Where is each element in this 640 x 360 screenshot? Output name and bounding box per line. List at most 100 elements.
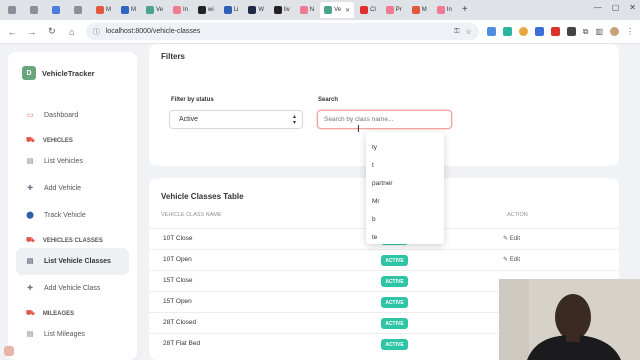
status-badge: ACTIVE [381, 255, 408, 266]
list-icon: ▤ [26, 330, 34, 338]
search-suggestion-option[interactable]: te [366, 228, 444, 246]
new-tab-button[interactable]: + [458, 3, 472, 17]
address-bar[interactable]: ⓘ localhost:8000/vehicle-classes ⚿ ☆ [85, 23, 479, 40]
url-text: localhost:8000/vehicle-classes [105, 28, 201, 35]
tab-favicon-icon [436, 6, 445, 14]
password-key-icon[interactable]: ⚿ [454, 28, 459, 36]
brand[interactable]: D VehicleTracker [22, 66, 129, 80]
browser-tab[interactable]: M [117, 2, 140, 18]
car-icon: ⛟ [26, 310, 35, 317]
sidebar-item-label: List Vehicle Classes [44, 258, 111, 265]
browser-tab[interactable]: W [244, 2, 268, 18]
profile-avatar-icon[interactable] [610, 27, 619, 36]
tab-favicon-icon [385, 6, 394, 14]
home-icon[interactable]: ⌂ [66, 27, 78, 37]
monitor-icon: ▭ [26, 111, 34, 119]
tab-label: Ve [334, 7, 342, 13]
tab-label: Cl [370, 7, 376, 13]
search-suggestion-option[interactable]: ty [366, 138, 444, 156]
tab-strip: M M Ve In wi Li Wliv N Ve ✕ Cl Pr M In + [0, 0, 640, 20]
extension-icon[interactable] [518, 27, 528, 36]
extension-icon[interactable] [550, 27, 560, 36]
sidebar-item-add-vehicle[interactable]: ✚ Add Vehicle [16, 175, 129, 202]
browser-tab[interactable]: Ve [142, 2, 167, 18]
text-cursor-icon: I [357, 124, 360, 135]
browser-tab[interactable]: In [433, 2, 456, 18]
search-label: Search [318, 97, 339, 103]
maximize-icon[interactable]: ▢ [612, 3, 620, 12]
table-title: Vehicle Classes Table [161, 192, 244, 201]
browser-tab[interactable] [48, 2, 68, 18]
browser-tab[interactable] [26, 2, 46, 18]
site-info-icon[interactable]: ⓘ [93, 27, 100, 37]
sidebar-item-list-mileages[interactable]: ▤ List Mileages [16, 321, 129, 348]
tab-favicon-icon [324, 6, 333, 14]
browser-tab[interactable]: In [169, 2, 192, 18]
browser-tab[interactable]: Cl [356, 2, 380, 18]
sidebar-item-list-vehicle-classes[interactable]: ▤ List Vehicle Classes [16, 248, 129, 275]
browser-tab[interactable]: M [92, 2, 115, 18]
sidebar-item-label: List Vehicles [44, 158, 83, 165]
browser-tab[interactable]: Ve ✕ [320, 2, 355, 18]
tab-favicon-icon [299, 6, 308, 14]
plus-icon: ✚ [27, 184, 33, 192]
sidebar-item-list-vehicles[interactable]: ▤ List Vehicles [16, 148, 129, 175]
extension-icon[interactable] [566, 27, 576, 36]
tab-label: Li [233, 7, 239, 13]
browser-tab[interactable]: wi [194, 2, 218, 18]
search-suggestion-option[interactable]: b [366, 210, 444, 228]
sidebar-section-header: ⛟ VEHICLES [16, 133, 129, 148]
close-icon[interactable]: ✕ [629, 3, 636, 12]
window-controls: — ▢ ✕ [594, 3, 636, 12]
sidebar-item-dashboard[interactable]: ▭ Dashboard [16, 102, 129, 129]
edit-label: Edit [509, 257, 521, 263]
forward-icon[interactable]: → [26, 27, 38, 37]
extension-icon[interactable] [534, 27, 544, 36]
vehicle-class-name: 10T Close [163, 235, 193, 242]
tab-favicon-icon [411, 6, 420, 14]
edit-link[interactable]: ✎ Edit [503, 256, 520, 263]
tab-favicon-icon [248, 6, 257, 14]
search-input[interactable] [317, 110, 452, 129]
tab-close-icon[interactable]: ✕ [345, 7, 350, 14]
table-row: 10T Open ACTIVE ✎ Edit [149, 249, 619, 270]
menu-kebab-icon[interactable]: ⋮ [626, 27, 634, 36]
sidebar-item-add-vehicle-class[interactable]: ✚ Add Vehicle Class [16, 275, 129, 302]
browser-toolbar: ← → ↻ ⌂ ⓘ localhost:8000/vehicle-classes… [0, 20, 640, 44]
edit-link[interactable]: ✎ Edit [503, 235, 520, 242]
browser-tab[interactable] [70, 2, 90, 18]
vehicle-class-name: 28T Flat Bed [163, 340, 201, 347]
sidebar-item-label: Add Vehicle [44, 185, 81, 192]
extension-icon[interactable] [502, 27, 512, 36]
search-suggestion-option[interactable]: t [366, 156, 444, 174]
extensions-puzzle-icon[interactable]: ⧉ [583, 27, 589, 37]
browser-tab[interactable]: liv [270, 2, 294, 18]
side-panel-icon[interactable]: ▥ [595, 27, 603, 36]
taskbar-app-icon[interactable] [4, 346, 14, 356]
tab-label: M [131, 7, 136, 13]
browser-tab[interactable]: Pr [382, 2, 406, 18]
tab-favicon-icon [74, 6, 82, 14]
browser-tab[interactable]: Li [220, 2, 243, 18]
sidebar: D VehicleTracker ▭ Dashboard ⛟ VEHICLES ▤ Lis… [8, 52, 137, 360]
status-filter-select[interactable]: Active ▴ ▾ [169, 110, 303, 129]
extension-icon[interactable] [486, 27, 496, 36]
browser-tab[interactable]: M [408, 2, 431, 18]
search-suggestion-option[interactable]: partner [366, 174, 444, 192]
sidebar-item-label: List Mileages [44, 331, 85, 338]
search-suggestion-option[interactable]: Mr [366, 192, 444, 210]
search-suggestions-dropdown: ty t partner Mr b te [366, 132, 444, 244]
bookmark-star-icon[interactable]: ☆ [465, 28, 471, 36]
browser-tab[interactable] [4, 2, 24, 18]
back-icon[interactable]: ← [6, 27, 18, 37]
tab-label: wi [208, 7, 214, 13]
vehicle-class-name: 15T Open [163, 298, 192, 305]
tab-label: In [183, 7, 189, 13]
reload-icon[interactable]: ↻ [46, 26, 58, 37]
browser-tab[interactable]: N [296, 2, 318, 18]
sidebar-section-label: MILEAGES [42, 310, 75, 317]
sidebar-item-track-vehicle[interactable]: ⬤ Track Vehicle [16, 202, 129, 229]
status-badge: ACTIVE [381, 339, 408, 350]
tab-favicon-icon [8, 6, 16, 14]
minimize-icon[interactable]: — [594, 3, 602, 12]
